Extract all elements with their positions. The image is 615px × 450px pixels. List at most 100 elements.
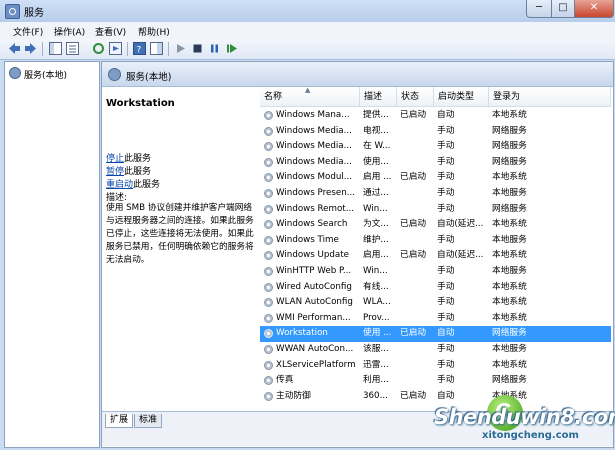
table-row[interactable]: Windows Update 启用... 已启动 自动(延迟... 本地系统 <box>260 248 611 264</box>
service-startup-cell: 自动 <box>437 390 455 401</box>
column-header-logon-as[interactable]: 登录为 <box>489 87 611 107</box>
start-service-icon[interactable] <box>174 42 187 55</box>
service-startup-cell: 手动 <box>437 203 455 214</box>
services-gear-icon <box>9 67 21 79</box>
table-row[interactable]: Windows Remot... Win... 手动 网络服务 <box>260 202 611 218</box>
services-window: 服务 ─ □ ✕ 文件(F) 操作(A) 查看(V) 帮助(H) ? 服务(本地… <box>0 0 615 450</box>
export-list-icon[interactable] <box>109 42 122 55</box>
services-app-icon <box>5 4 20 19</box>
service-description-panel: Workstation 停止此服务 暂停此服务 重启动此服务 描述: 使用 SM… <box>102 87 258 409</box>
show-hide-icon[interactable] <box>150 42 163 55</box>
maximize-button[interactable]: □ <box>551 0 575 18</box>
service-description-cell: WLA... <box>363 297 391 308</box>
restart-service-icon[interactable] <box>225 42 238 55</box>
service-logon-cell: 本地系统 <box>492 250 527 261</box>
table-row[interactable]: Wired AutoConfig 有线... 手动 本地系统 <box>260 280 611 296</box>
service-logon-cell: 网络服务 <box>492 375 527 386</box>
menu-file[interactable]: 文件(F) <box>13 25 43 38</box>
refresh-icon[interactable] <box>92 42 105 55</box>
toolbar-separator <box>42 42 43 56</box>
service-gear-icon <box>264 189 273 198</box>
service-description-cell: 360... <box>363 390 388 401</box>
restart-service-link[interactable]: 重启动 <box>106 180 133 190</box>
table-row[interactable]: Windows Media... 使用... 手动 网络服务 <box>260 155 611 171</box>
service-gear-icon <box>264 173 273 183</box>
service-status-cell <box>400 373 434 389</box>
column-header-name[interactable]: 名称 ▲ <box>260 87 360 107</box>
console-tree: 服务(本地) <box>4 61 100 448</box>
table-row[interactable]: Windows Media... 在 W... 手动 网络服务 <box>260 139 611 155</box>
service-status-cell: 已启动 <box>400 328 427 339</box>
service-logon-cell: 本地服务 <box>492 234 527 245</box>
help-icon[interactable]: ? <box>133 42 146 55</box>
table-row[interactable]: Windows Time 维护... 手动 本地服务 <box>260 233 611 249</box>
console-tree-icon[interactable] <box>49 42 62 55</box>
service-gear-icon <box>264 329 273 339</box>
services-gear-icon <box>108 68 121 81</box>
column-header-startup-type[interactable]: 启动类型 <box>434 87 489 107</box>
tab-extended[interactable]: 扩展 <box>105 414 134 428</box>
service-gear-icon <box>264 142 273 152</box>
close-button[interactable]: ✕ <box>574 0 614 18</box>
pause-service-link[interactable]: 暂停 <box>106 167 124 177</box>
stop-service-link[interactable]: 停止 <box>106 154 124 164</box>
menu-action[interactable]: 操作(A) <box>54 25 85 38</box>
table-row[interactable]: 传真 利用... 手动 网络服务 <box>260 373 611 389</box>
minimize-button[interactable]: ─ <box>526 0 552 18</box>
table-row[interactable]: Windows Presen... 通过... 手动 本地服务 <box>260 186 611 202</box>
toolbar-separator <box>127 42 128 56</box>
service-name-cell: Windows Media... <box>276 141 352 152</box>
pause-service-icon[interactable] <box>208 42 221 55</box>
column-header-status[interactable]: 状态 <box>397 87 434 107</box>
table-row[interactable]: 主动防御360...已启动自动本地系统 <box>260 389 611 405</box>
service-gear-icon <box>264 235 273 245</box>
table-row[interactable]: WWAN AutoCon... 该服... 手动 本地服务 <box>260 342 611 358</box>
table-row[interactable]: Workstation 使用 ... 已启动 自动 网络服务 <box>260 326 611 342</box>
table-row[interactable]: WMI Performan... Prov... 手动 本地系统 <box>260 311 611 327</box>
service-startup-cell: 手动 <box>437 375 455 386</box>
service-description-cell: Win... <box>363 203 388 214</box>
menu-bar: 文件(F) 操作(A) 查看(V) 帮助(H) <box>0 22 615 39</box>
service-description-cell: 电视... <box>363 125 389 136</box>
service-name-cell: WinHTTP Web P... <box>276 266 352 276</box>
service-gear-icon <box>264 391 273 401</box>
properties-list-icon[interactable] <box>66 42 79 55</box>
tree-item-services-local[interactable]: 服务(本地) <box>9 67 67 81</box>
service-logon-cell: 本地系统 <box>492 359 527 370</box>
service-name-cell: WWAN AutoCon... <box>276 344 354 354</box>
menu-help[interactable]: 帮助(H) <box>138 25 170 38</box>
table-row[interactable]: WLAN AutoConfig WLA... 手动 本地系统 <box>260 295 611 311</box>
table-row[interactable]: Windows Mana... 提供... 已启动 自动 本地系统 <box>260 108 611 124</box>
service-name-cell: Windows Search <box>276 219 348 230</box>
service-description-cell: 通过... <box>363 188 389 198</box>
service-startup-cell: 手动 <box>437 312 455 323</box>
table-row[interactable]: XLServicePlatform 迅雷... 手动 本地系统 <box>260 358 611 374</box>
service-logon-cell: 网络服务 <box>492 203 527 214</box>
menu-view[interactable]: 查看(V) <box>95 25 126 38</box>
column-header-description[interactable]: 描述 <box>360 87 397 107</box>
service-status-cell <box>400 124 434 140</box>
tree-item-label: 服务(本地) <box>24 71 68 81</box>
table-row[interactable]: Windows Modul... 启用 ... 已启动 手动 本地系统 <box>260 170 611 186</box>
service-logon-cell: 网络服务 <box>492 156 527 167</box>
tab-standard[interactable]: 标准 <box>134 414 163 428</box>
watermark-subtext: xitongcheng.com <box>482 430 579 441</box>
title-bar[interactable]: 服务 ─ □ ✕ <box>0 0 615 22</box>
stop-service-icon[interactable] <box>191 42 204 55</box>
table-row[interactable]: Windows Media... 电视... 手动 网络服务 <box>260 124 611 140</box>
table-row[interactable]: WinHTTP Web P... Win... 手动 本地服务 <box>260 264 611 280</box>
pane-header: 服务(本地) <box>102 62 613 87</box>
service-name-cell: 传真 <box>276 375 294 386</box>
service-name-cell: 主动防御 <box>276 390 311 401</box>
service-logon-cell: 本地系统 <box>492 312 527 323</box>
table-row[interactable]: Windows Search 为文... 已启动 自动(延迟... 本地系统 <box>260 217 611 233</box>
service-name-cell: WLAN AutoConfig <box>276 297 353 308</box>
service-gear-icon <box>264 267 273 276</box>
service-description-cell: 启用 ... <box>363 172 392 183</box>
forward-arrow-icon[interactable] <box>24 42 37 55</box>
service-startup-cell: 手动 <box>437 188 455 198</box>
service-gear-icon <box>264 157 273 167</box>
back-arrow-icon[interactable] <box>8 42 21 55</box>
service-name-cell: Windows Media... <box>276 156 352 167</box>
stop-service-line: 停止此服务 <box>106 151 151 164</box>
